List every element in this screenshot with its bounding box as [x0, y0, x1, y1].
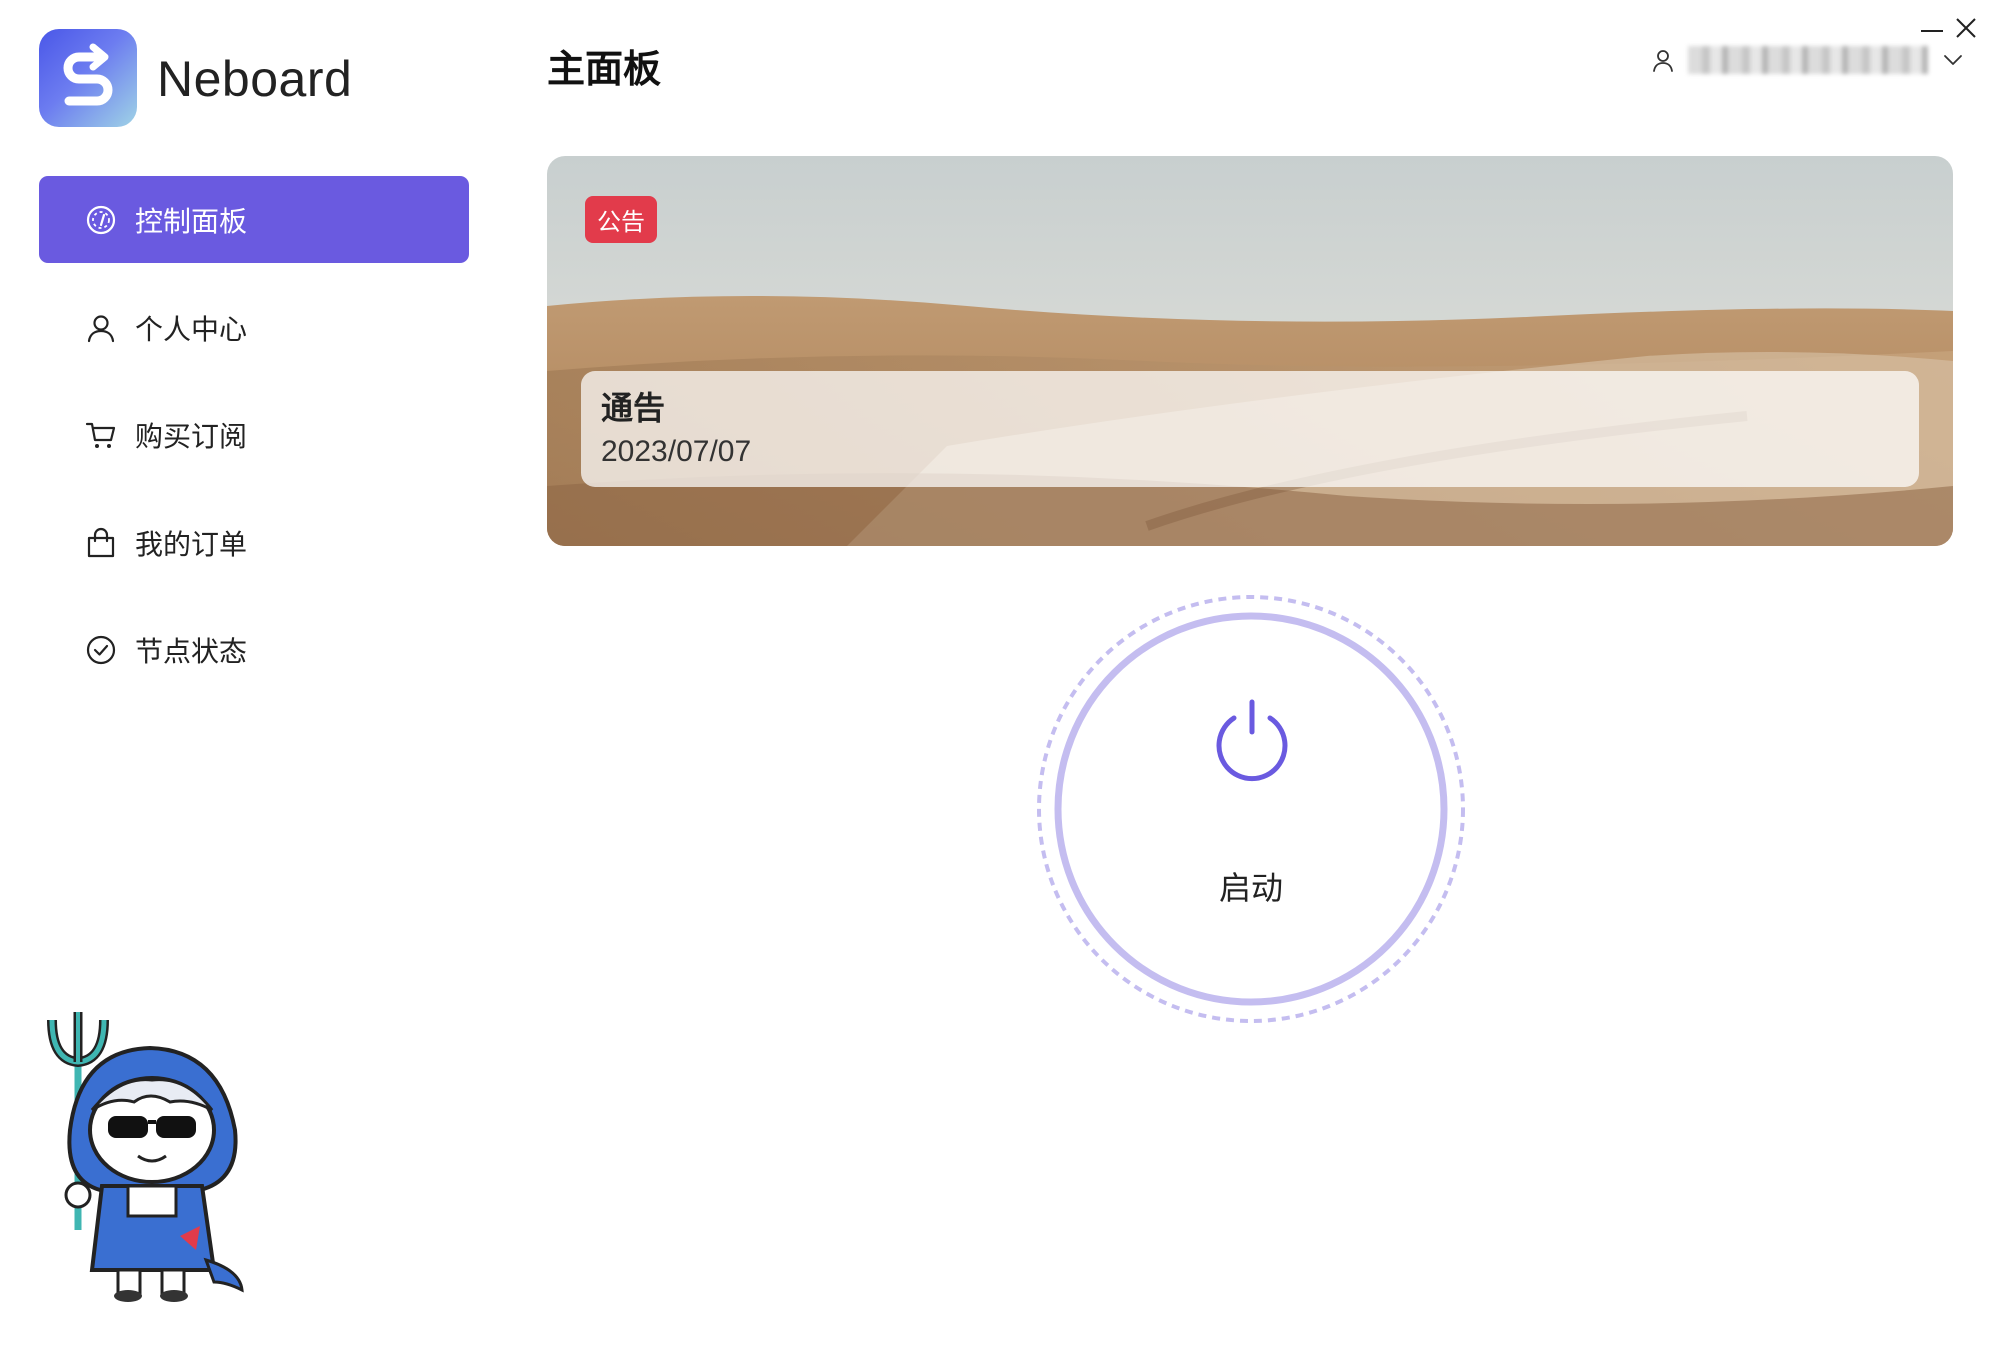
user-icon — [85, 312, 117, 344]
bag-icon — [85, 527, 117, 559]
sidebar-item-label: 购买订阅 — [135, 419, 248, 453]
notice-title: 通告 — [601, 389, 666, 427]
chevron-down-icon — [1944, 55, 1962, 65]
notice-tag: 公告 — [585, 196, 657, 243]
notice-banner[interactable]: 公告 通告 2023/07/07 — [547, 156, 1953, 546]
power-label: 启动 — [1218, 869, 1283, 907]
app-logo — [39, 29, 137, 127]
power-icon — [1216, 699, 1288, 782]
cart-icon — [85, 419, 117, 451]
sidebar-item-label: 我的订单 — [135, 527, 248, 561]
user-menu[interactable] — [1650, 40, 1966, 80]
power-start-button[interactable]: 启动 — [1035, 593, 1467, 1025]
sidebar-item-label: 个人中心 — [135, 312, 248, 346]
sidebar-item-node-status[interactable]: 节点状态 — [39, 606, 469, 693]
user-icon — [1653, 50, 1673, 72]
sidebar-item-label: 节点状态 — [135, 634, 248, 668]
mascot-illustration — [47, 1012, 244, 1302]
dashboard-icon — [85, 204, 117, 236]
sidebar-item-orders[interactable]: 我的订单 — [39, 499, 469, 586]
notice-card[interactable]: 通告 2023/07/07 — [581, 371, 1919, 487]
sidebar-item-purchase[interactable]: 购买订阅 — [39, 391, 469, 478]
page-title: 主面板 — [547, 47, 662, 91]
sidebar-item-label: 控制面板 — [135, 204, 248, 238]
minimize-icon — [1921, 30, 1943, 32]
notice-date: 2023/07/07 — [601, 435, 752, 468]
logo-s-icon — [63, 43, 113, 106]
sidebar-item-dashboard[interactable]: 控制面板 — [39, 176, 469, 263]
close-icon — [1956, 18, 1976, 38]
power-ring — [1037, 595, 1465, 1023]
desert-background-image — [547, 156, 1953, 546]
check-circle-icon — [85, 634, 117, 666]
app-window: Neboard 控制面板 个人中心 购买订阅 我的订单 节点状态 主面板 公告 … — [0, 0, 1989, 1345]
sidebar: Neboard 控制面板 个人中心 购买订阅 我的订单 节点状态 — [0, 0, 500, 1345]
sidebar-item-profile[interactable]: 个人中心 — [39, 284, 469, 371]
brand-name: Neboard — [157, 51, 353, 107]
user-name-redacted — [1688, 46, 1928, 74]
